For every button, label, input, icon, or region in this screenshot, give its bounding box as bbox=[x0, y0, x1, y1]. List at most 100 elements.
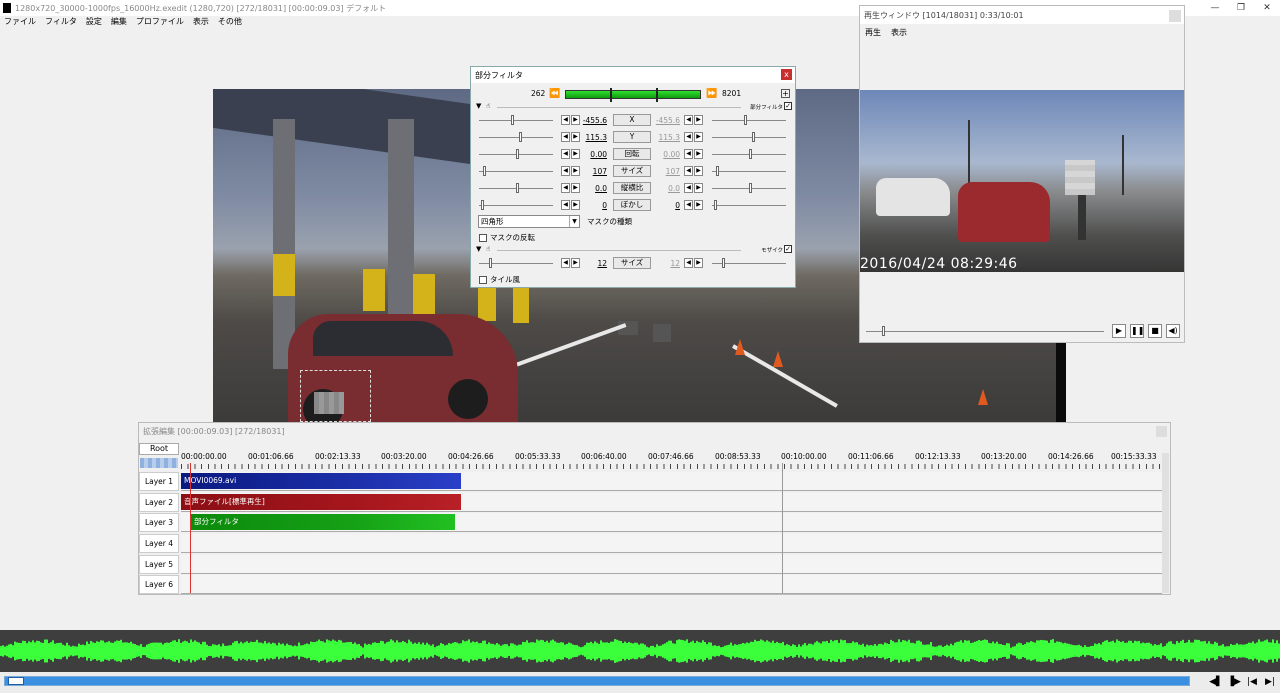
param-slider[interactable] bbox=[712, 149, 786, 159]
go-start-icon[interactable]: |◀ bbox=[1244, 675, 1260, 689]
tile-checkbox[interactable] bbox=[479, 275, 487, 284]
playhead[interactable] bbox=[190, 463, 191, 593]
next-frame-icon[interactable]: ▐▶ bbox=[1226, 675, 1242, 689]
increment-icon[interactable]: ▶ bbox=[694, 132, 703, 142]
speaker-icon[interactable]: ◀) bbox=[1166, 324, 1180, 338]
slider-thumb[interactable] bbox=[483, 166, 486, 176]
layer-1-track[interactable]: MOVI0069.avi bbox=[181, 472, 1162, 491]
increment-icon[interactable]: ▶ bbox=[694, 115, 703, 125]
frame-knob[interactable] bbox=[610, 88, 612, 102]
layer-3-track[interactable]: 部分フィルタ bbox=[181, 513, 1162, 532]
param-value-end[interactable]: 12 bbox=[654, 259, 680, 268]
decrement-icon[interactable]: ◀ bbox=[684, 149, 693, 159]
decrement-icon[interactable]: ◀ bbox=[561, 115, 570, 125]
param-slider[interactable] bbox=[479, 115, 553, 125]
param-slider[interactable] bbox=[479, 258, 553, 268]
param-value-end[interactable]: 0 bbox=[654, 201, 680, 210]
decrement-icon[interactable]: ◀ bbox=[684, 132, 693, 142]
close-button[interactable]: ✕ bbox=[1254, 0, 1280, 16]
layer-4-track[interactable] bbox=[181, 534, 1162, 553]
audio-waveform[interactable] bbox=[0, 630, 1280, 672]
collapse-triangle-icon[interactable]: ▼ bbox=[476, 245, 481, 253]
param-slider[interactable] bbox=[479, 132, 553, 142]
playback-seek-slider[interactable] bbox=[866, 326, 1104, 336]
section-enable-checkbox[interactable]: ✓ bbox=[784, 245, 792, 253]
decrement-icon[interactable]: ◀ bbox=[684, 183, 693, 193]
layer-2-label[interactable]: Layer 2 bbox=[139, 493, 179, 512]
collapse-triangle-icon[interactable]: ▼ bbox=[476, 102, 481, 110]
slider-thumb[interactable] bbox=[511, 115, 514, 125]
decrement-icon[interactable]: ◀ bbox=[561, 183, 570, 193]
param-slider[interactable] bbox=[479, 166, 553, 176]
menu-filter[interactable]: フィルタ bbox=[45, 16, 77, 28]
param-value-start[interactable]: 115.3 bbox=[581, 133, 607, 142]
layer-4-label[interactable]: Layer 4 bbox=[139, 534, 179, 553]
param-value-end[interactable]: 115.3 bbox=[654, 133, 680, 142]
pause-icon[interactable]: ❚❚ bbox=[1130, 324, 1144, 338]
timeline-window-button[interactable] bbox=[1156, 426, 1167, 437]
main-seek-bar[interactable] bbox=[4, 676, 1190, 686]
minimize-button[interactable]: — bbox=[1202, 0, 1228, 16]
increment-icon[interactable]: ▶ bbox=[694, 149, 703, 159]
param-button[interactable]: Y bbox=[613, 131, 651, 143]
decrement-icon[interactable]: ◀ bbox=[684, 115, 693, 125]
slider-thumb[interactable] bbox=[519, 132, 522, 142]
param-button[interactable]: サイズ bbox=[613, 165, 651, 177]
increment-icon[interactable]: ▶ bbox=[571, 200, 580, 210]
mask-shape-select[interactable]: 四角形 ▼ bbox=[478, 215, 580, 228]
filter-clip[interactable]: 部分フィルタ bbox=[190, 514, 455, 530]
menu-settings[interactable]: 設定 bbox=[86, 16, 102, 28]
increment-icon[interactable]: ▶ bbox=[571, 166, 580, 176]
decrement-icon[interactable]: ◀ bbox=[561, 132, 570, 142]
go-end-icon[interactable]: ▶| bbox=[1262, 675, 1278, 689]
mask-invert-option[interactable]: マスクの反転 bbox=[479, 232, 535, 243]
param-button[interactable]: 縦横比 bbox=[613, 182, 651, 194]
param-value-start[interactable]: 12 bbox=[581, 259, 607, 268]
param-button[interactable]: ぼかし bbox=[613, 199, 651, 211]
prev-frame-icon[interactable]: ◀▌ bbox=[1208, 675, 1224, 689]
slider-thumb[interactable] bbox=[749, 149, 752, 159]
slider-thumb[interactable] bbox=[752, 132, 755, 142]
menu-profile[interactable]: プロファイル bbox=[136, 16, 184, 28]
param-slider[interactable] bbox=[712, 200, 786, 210]
param-slider[interactable] bbox=[479, 183, 553, 193]
increment-icon[interactable]: ▶ bbox=[571, 115, 580, 125]
layer-5-label[interactable]: Layer 5 bbox=[139, 555, 179, 574]
increment-icon[interactable]: ▶ bbox=[571, 183, 580, 193]
menu-view[interactable]: 表示 bbox=[891, 27, 907, 38]
playback-window-button[interactable] bbox=[1169, 10, 1181, 22]
param-value-start[interactable]: 0.0 bbox=[581, 184, 607, 193]
layer-6-label[interactable]: Layer 6 bbox=[139, 575, 179, 594]
slider-thumb[interactable] bbox=[744, 115, 747, 125]
decrement-icon[interactable]: ◀ bbox=[561, 166, 570, 176]
decrement-icon[interactable]: ◀ bbox=[561, 149, 570, 159]
section-enable-checkbox[interactable]: ✓ bbox=[784, 102, 792, 110]
main-seek-thumb[interactable] bbox=[8, 677, 24, 685]
param-slider[interactable] bbox=[712, 258, 786, 268]
increment-icon[interactable]: ▶ bbox=[571, 258, 580, 268]
dropdown-arrow-icon[interactable]: ▼ bbox=[569, 216, 579, 227]
hand-icon[interactable]: ☝ bbox=[486, 245, 490, 253]
add-keyframe-icon[interactable]: + bbox=[781, 89, 790, 98]
mask-invert-checkbox[interactable] bbox=[479, 233, 487, 242]
layer-2-track[interactable]: 音声ファイル[標準再生] bbox=[181, 493, 1162, 512]
next-keyframe-icon[interactable]: ⏩ bbox=[706, 89, 717, 99]
frame-seek-track[interactable] bbox=[565, 88, 701, 102]
param-slider[interactable] bbox=[712, 183, 786, 193]
decrement-icon[interactable]: ◀ bbox=[684, 166, 693, 176]
param-value-start[interactable]: -455.6 bbox=[581, 116, 607, 125]
root-button[interactable]: Root bbox=[139, 443, 179, 455]
increment-icon[interactable]: ▶ bbox=[571, 132, 580, 142]
tile-option[interactable]: タイル風 bbox=[479, 274, 520, 285]
param-value-end[interactable]: 0.0 bbox=[654, 184, 680, 193]
param-slider[interactable] bbox=[712, 166, 786, 176]
filter-close-button[interactable]: x bbox=[781, 69, 792, 80]
layer-1-label[interactable]: Layer 1 bbox=[139, 472, 179, 491]
slider-thumb[interactable] bbox=[489, 258, 492, 268]
layer-6-track[interactable] bbox=[181, 575, 1162, 594]
decrement-icon[interactable]: ◀ bbox=[561, 258, 570, 268]
menu-other[interactable]: その他 bbox=[218, 16, 242, 28]
timeline-scrollbar[interactable] bbox=[1162, 453, 1169, 593]
slider-thumb[interactable] bbox=[481, 200, 484, 210]
param-button[interactable]: サイズ bbox=[613, 257, 651, 269]
